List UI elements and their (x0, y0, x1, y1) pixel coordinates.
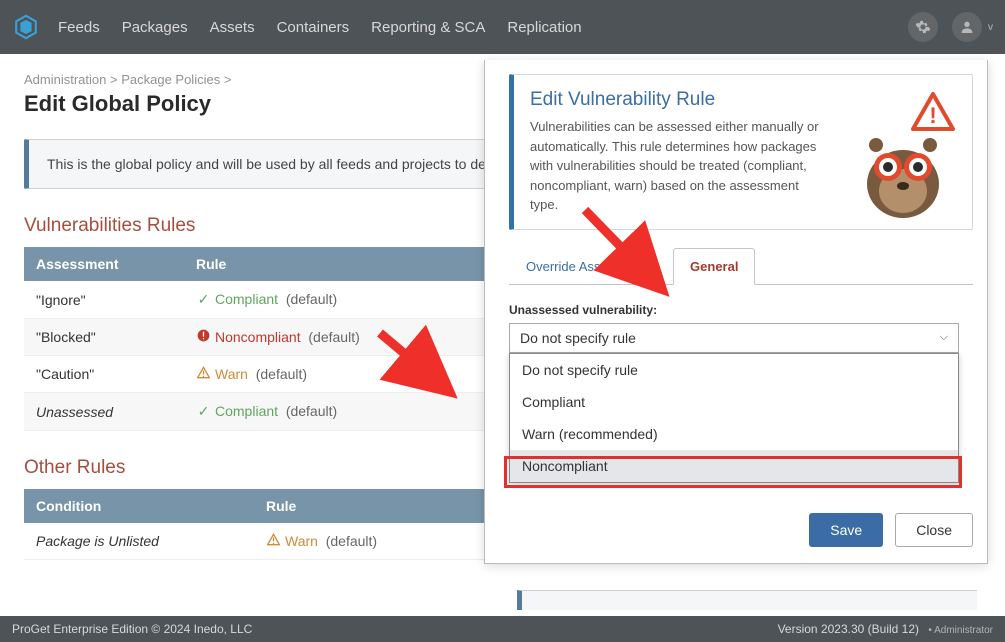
assessment-cell: "Caution" (24, 356, 184, 393)
assessment-cell: "Blocked" (24, 319, 184, 356)
footer: ProGet Enterprise Edition © 2024 Inedo, … (0, 616, 1005, 642)
modal-buttons: Save Close (509, 513, 973, 547)
assessment-cell: "Ignore" (24, 281, 184, 319)
dropdown-option[interactable]: Warn (recommended) (510, 418, 958, 450)
user-chevron-icon: v (988, 22, 993, 33)
unassessed-select[interactable]: Do not specify rule ⌵ (509, 323, 959, 353)
warn-icon (196, 366, 211, 382)
nav-replication[interactable]: Replication (507, 19, 581, 36)
tab-general[interactable]: General (673, 248, 755, 285)
tab-override-assessments[interactable]: Override Assessments (509, 248, 673, 285)
modal-tabs: Override Assessments General (509, 248, 973, 285)
default-label: (default) (286, 291, 337, 307)
dropdown-option[interactable]: Noncompliant (510, 450, 958, 482)
user-button[interactable] (952, 12, 982, 42)
default-label: (default) (326, 533, 377, 549)
breadcrumb-admin[interactable]: Administration (24, 72, 106, 87)
user-icon (959, 19, 975, 35)
nav-packages[interactable]: Packages (122, 19, 188, 36)
nav-feeds[interactable]: Feeds (58, 19, 100, 36)
exclaim-icon (196, 329, 211, 345)
topbar: Feeds Packages Assets Containers Reporti… (0, 0, 1005, 54)
footer-version: Version 2023.30 (Build 12) (778, 622, 919, 636)
gear-icon (915, 19, 931, 35)
assessment-cell: Unassessed (24, 393, 184, 431)
status-text: Warn (215, 366, 248, 382)
nav: Feeds Packages Assets Containers Reporti… (58, 19, 908, 36)
otter-mascot-icon: ! (848, 89, 958, 219)
unassessed-dropdown: Do not specify ruleCompliantWarn (recomm… (509, 353, 959, 483)
status-text: Compliant (215, 291, 278, 307)
col-condition: Condition (24, 489, 254, 523)
topbar-actions: v (908, 12, 993, 42)
nav-reporting[interactable]: Reporting & SCA (371, 19, 485, 36)
modal-description: Vulnerabilities can be assessed either m… (530, 117, 830, 215)
col-assessment: Assessment (24, 247, 184, 281)
partial-info-card (517, 590, 977, 610)
close-button[interactable]: Close (895, 513, 973, 547)
warn-icon (266, 533, 281, 549)
footer-copyright: ProGet Enterprise Edition © 2024 Inedo, … (12, 622, 252, 636)
logo-icon (12, 13, 40, 41)
unassessed-label: Unassessed vulnerability: (509, 303, 973, 317)
modal-info-card: Edit Vulnerability Rule Vulnerabilities … (509, 74, 973, 230)
check-icon: ✓ (196, 403, 211, 420)
footer-right: Version 2023.30 (Build 12) • Administrat… (772, 622, 993, 636)
settings-button[interactable] (908, 12, 938, 42)
footer-admin: • Administrator (928, 625, 993, 636)
condition-cell: Package is Unlisted (24, 523, 254, 560)
breadcrumb-policies[interactable]: Package Policies (121, 72, 220, 87)
default-label: (default) (308, 329, 359, 345)
default-label: (default) (286, 403, 337, 419)
check-icon: ✓ (196, 291, 211, 308)
edit-vuln-rule-modal: Edit Vulnerability Rule Vulnerabilities … (484, 60, 988, 564)
nav-containers[interactable]: Containers (277, 19, 350, 36)
dropdown-option[interactable]: Compliant (510, 386, 958, 418)
status-text: Compliant (215, 403, 278, 419)
chevron-down-icon: ⌵ (940, 331, 948, 344)
nav-assets[interactable]: Assets (210, 19, 255, 36)
dropdown-option[interactable]: Do not specify rule (510, 354, 958, 386)
select-value: Do not specify rule (520, 330, 636, 346)
save-button[interactable]: Save (809, 513, 883, 547)
status-text: Warn (285, 533, 318, 549)
default-label: (default) (256, 366, 307, 382)
status-text: Noncompliant (215, 329, 301, 345)
svg-text:!: ! (929, 103, 936, 128)
